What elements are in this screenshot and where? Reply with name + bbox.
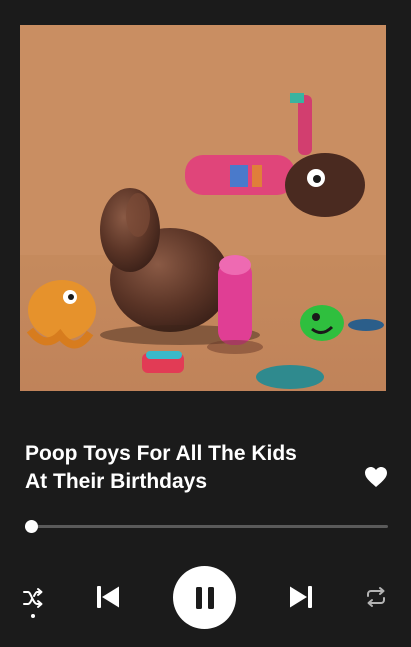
now-playing-screen: Poop Toys For All The Kids At Their Birt… xyxy=(0,0,411,647)
shuffle-button[interactable] xyxy=(22,587,44,609)
repeat-icon xyxy=(367,587,385,607)
progress-slider[interactable] xyxy=(25,518,388,536)
playback-controls xyxy=(0,565,411,629)
album-artwork-image xyxy=(20,25,386,391)
repeat-button[interactable] xyxy=(364,585,388,609)
shuffle-icon xyxy=(23,588,43,608)
track-title-line-1: Poop Toys For All The Kids xyxy=(25,442,297,465)
skip-forward-icon xyxy=(290,586,312,608)
progress-handle[interactable] xyxy=(25,520,38,533)
heart-icon xyxy=(365,467,387,487)
next-track-button[interactable] xyxy=(288,584,314,610)
pause-icon xyxy=(195,586,214,609)
pause-button[interactable] xyxy=(173,566,236,629)
like-button[interactable] xyxy=(364,466,388,488)
track-title: Poop Toys For All The Kids At Their Birt… xyxy=(25,440,345,496)
skip-back-icon xyxy=(97,586,119,608)
progress-track xyxy=(25,525,388,528)
album-artwork xyxy=(20,25,386,391)
previous-track-button[interactable] xyxy=(95,584,121,610)
shuffle-active-indicator xyxy=(31,614,35,618)
track-title-line-2: At Their Birthdays xyxy=(25,470,208,493)
